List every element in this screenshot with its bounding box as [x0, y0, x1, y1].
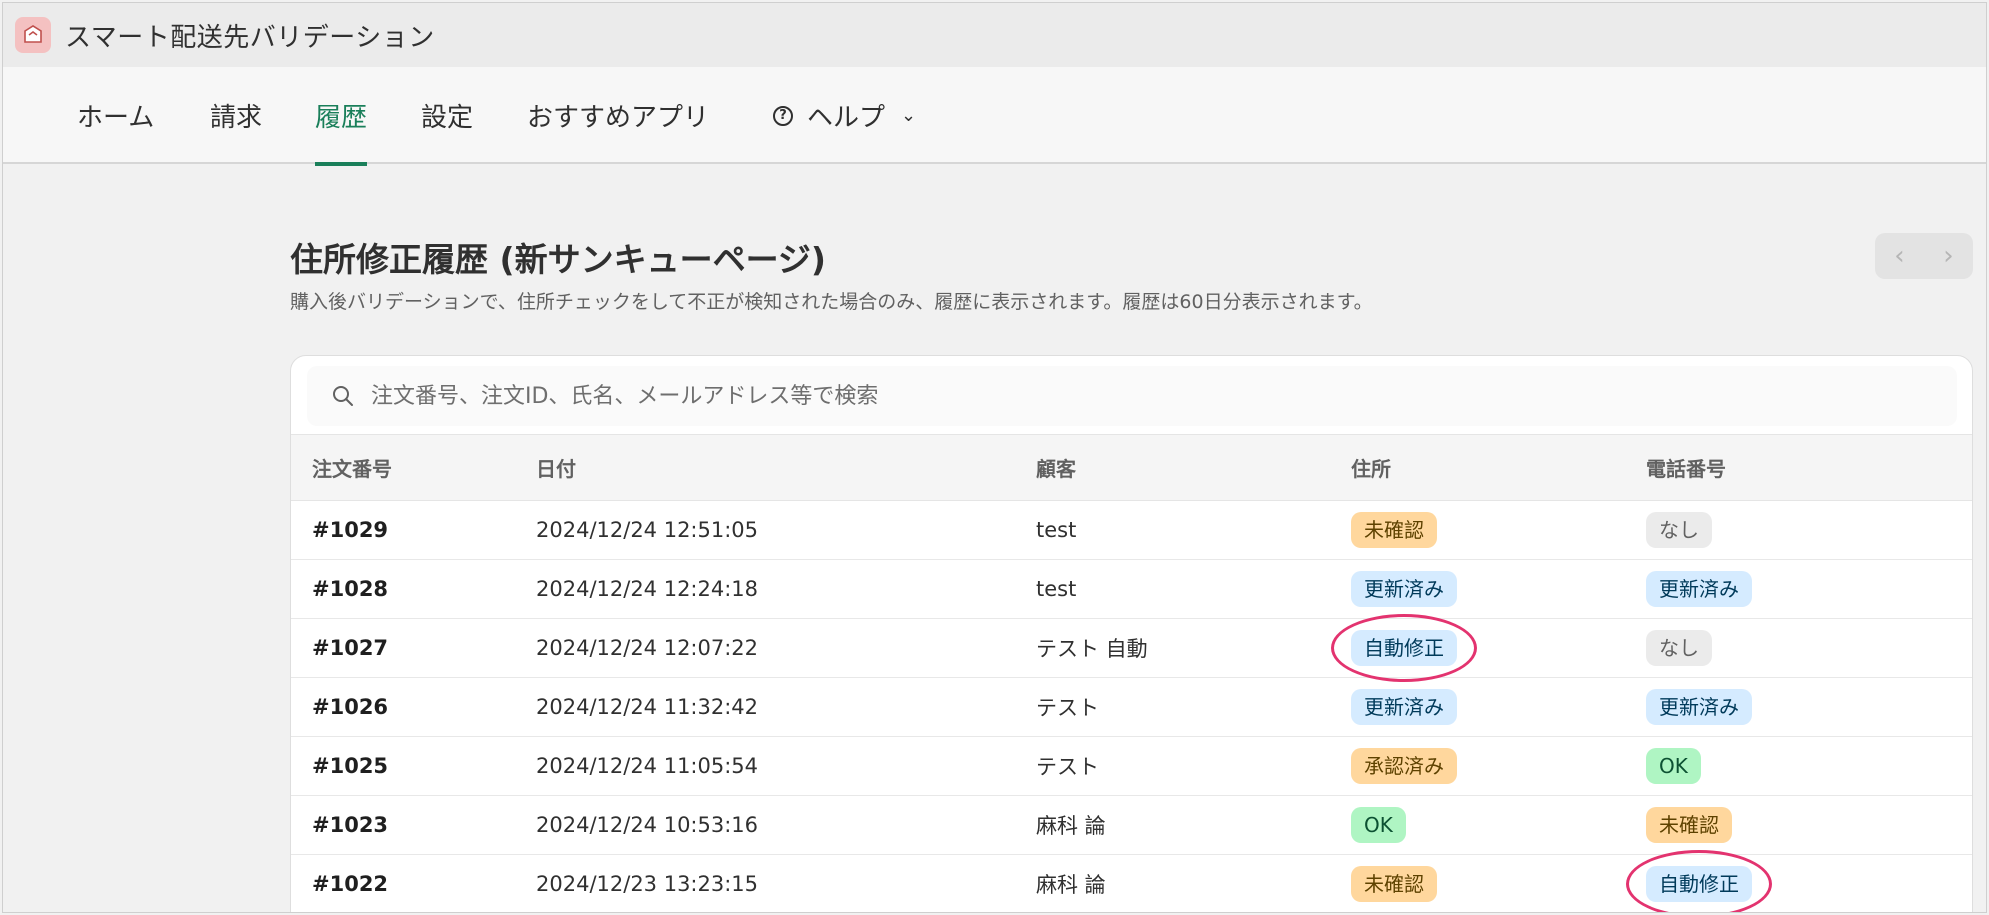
- page-subtitle: 購入後バリデーションで、住所チェックをして不正が検知された場合のみ、履歴に表示さ…: [290, 291, 1373, 313]
- order-number[interactable]: #1028: [291, 560, 536, 619]
- order-number[interactable]: #1026: [291, 678, 536, 737]
- next-page-button[interactable]: ›: [1924, 233, 1973, 279]
- order-date: 2024/12/24 11:32:42: [536, 695, 759, 719]
- order-date: 2024/12/23 13:23:15: [536, 872, 759, 896]
- col-header-order[interactable]: 注文番号: [291, 434, 536, 501]
- nav-history[interactable]: 履歴: [315, 67, 368, 166]
- customer-name: テスト: [1036, 755, 1099, 779]
- phone-status-badge: なし: [1646, 512, 1712, 548]
- phone-status-cell: なし: [1646, 501, 1972, 560]
- table-row[interactable]: #1028 2024/12/24 12:24:18 test 更新済み 更新済み: [291, 560, 1972, 619]
- table-row[interactable]: #1022 2024/12/23 13:23:15 麻科 論 未確認 自動修正: [291, 850, 1972, 913]
- phone-status-cell: なし: [1646, 619, 1972, 678]
- phone-status-cell: 更新済み: [1646, 560, 1972, 619]
- address-status-badge: OK: [1351, 807, 1406, 843]
- app-logo-icon: [15, 17, 51, 53]
- nav-help-label: ヘルプ: [807, 103, 886, 133]
- order-date: 2024/12/24 12:24:18: [536, 577, 759, 601]
- title-bar: スマート配送先バリデーション: [3, 3, 1986, 67]
- pagination: ‹ ›: [1875, 233, 1973, 279]
- address-status-cell: 承認済み: [1351, 737, 1646, 796]
- address-status-cell: 自動修正: [1331, 614, 1646, 682]
- address-status-cell: OK: [1351, 796, 1646, 855]
- order-date: 2024/12/24 12:51:05: [536, 518, 759, 542]
- phone-status-cell: 未確認: [1646, 796, 1972, 855]
- order-number[interactable]: #1029: [291, 501, 536, 560]
- history-table: 注文番号 日付 顧客 住所 電話番号 #1029 2024/12/24 12:5…: [291, 434, 1972, 913]
- phone-status-badge-highlighted: 自動修正: [1626, 850, 1772, 912]
- address-status-cell: 更新済み: [1351, 560, 1646, 619]
- phone-status-badge: 未確認: [1646, 807, 1732, 843]
- phone-status-badge: OK: [1646, 748, 1701, 784]
- customer-name: 麻科 論: [1036, 873, 1106, 897]
- chevron-down-icon: ⌄: [901, 105, 917, 126]
- address-status-badge-highlighted: 自動修正: [1331, 614, 1477, 682]
- table-header-row: 注文番号 日付 顧客 住所 電話番号: [291, 434, 1972, 501]
- main-nav: ホーム 請求 履歴 設定 おすすめアプリ ? ヘルプ ⌄: [3, 67, 1986, 166]
- col-header-date[interactable]: 日付: [536, 434, 1036, 501]
- table-row[interactable]: #1025 2024/12/24 11:05:54 テスト 承認済み OK: [291, 737, 1972, 796]
- nav-billing[interactable]: 請求: [210, 67, 262, 164]
- table-row[interactable]: #1026 2024/12/24 11:32:42 テスト 更新済み 更新済み: [291, 678, 1972, 737]
- nav-help-menu[interactable]: ? ヘルプ ⌄: [773, 67, 916, 164]
- address-status-cell: 未確認: [1351, 501, 1646, 560]
- prev-page-button[interactable]: ‹: [1875, 233, 1924, 279]
- table-row[interactable]: #1023 2024/12/24 10:53:16 麻科 論 OK 未確認: [291, 796, 1972, 855]
- app-title: スマート配送先バリデーション: [65, 22, 435, 53]
- order-number[interactable]: #1022: [291, 855, 536, 913]
- phone-status-cell: 自動修正: [1626, 850, 1972, 912]
- customer-name: テスト 自動: [1036, 637, 1148, 661]
- phone-status-cell: OK: [1646, 737, 1972, 796]
- search-icon: [333, 386, 353, 406]
- customer-name: テスト: [1036, 696, 1099, 720]
- search-input[interactable]: [371, 383, 1871, 409]
- phone-status-cell: 更新済み: [1646, 678, 1972, 737]
- address-status-badge: 未確認: [1351, 866, 1437, 902]
- phone-status-badge: 更新済み: [1646, 689, 1752, 725]
- phone-status-badge: なし: [1646, 630, 1712, 666]
- page-title: 住所修正履歴 (新サンキューページ): [290, 240, 826, 279]
- col-header-customer[interactable]: 顧客: [1036, 434, 1351, 501]
- nav-home[interactable]: ホーム: [77, 67, 154, 164]
- search-bar[interactable]: [307, 366, 1957, 426]
- app-window: スマート配送先バリデーション ホーム 請求 履歴 設定 おすすめアプリ ? ヘル…: [2, 2, 1987, 913]
- nav-settings[interactable]: 設定: [421, 67, 473, 164]
- address-status-badge: 更新済み: [1351, 689, 1457, 725]
- address-status-cell: 未確認: [1351, 855, 1646, 913]
- nav-recommended-apps[interactable]: おすすめアプリ: [527, 67, 709, 164]
- order-date: 2024/12/24 11:05:54: [536, 754, 759, 778]
- address-status-badge: 承認済み: [1351, 748, 1457, 784]
- order-number[interactable]: #1027: [291, 619, 536, 678]
- history-card: 注文番号 日付 顧客 住所 電話番号 #1029 2024/12/24 12:5…: [290, 355, 1973, 913]
- address-status-badge: 更新済み: [1351, 571, 1457, 607]
- phone-status-badge: 更新済み: [1646, 571, 1752, 607]
- col-header-address[interactable]: 住所: [1351, 434, 1646, 501]
- help-icon: ?: [773, 105, 793, 126]
- address-status-badge: 未確認: [1351, 512, 1437, 548]
- order-date: 2024/12/24 12:07:22: [536, 636, 759, 660]
- order-number[interactable]: #1023: [291, 796, 536, 855]
- customer-name: test: [1036, 577, 1077, 601]
- table-row[interactable]: #1029 2024/12/24 12:51:05 test 未確認 なし: [291, 501, 1972, 560]
- customer-name: test: [1036, 518, 1077, 542]
- col-header-phone[interactable]: 電話番号: [1646, 434, 1972, 501]
- order-date: 2024/12/24 10:53:16: [536, 813, 759, 837]
- address-status-cell: 更新済み: [1351, 678, 1646, 737]
- customer-name: 麻科 論: [1036, 814, 1106, 838]
- table-row[interactable]: #1027 2024/12/24 12:07:22 テスト 自動 自動修正 なし: [291, 614, 1972, 682]
- order-number[interactable]: #1025: [291, 737, 536, 796]
